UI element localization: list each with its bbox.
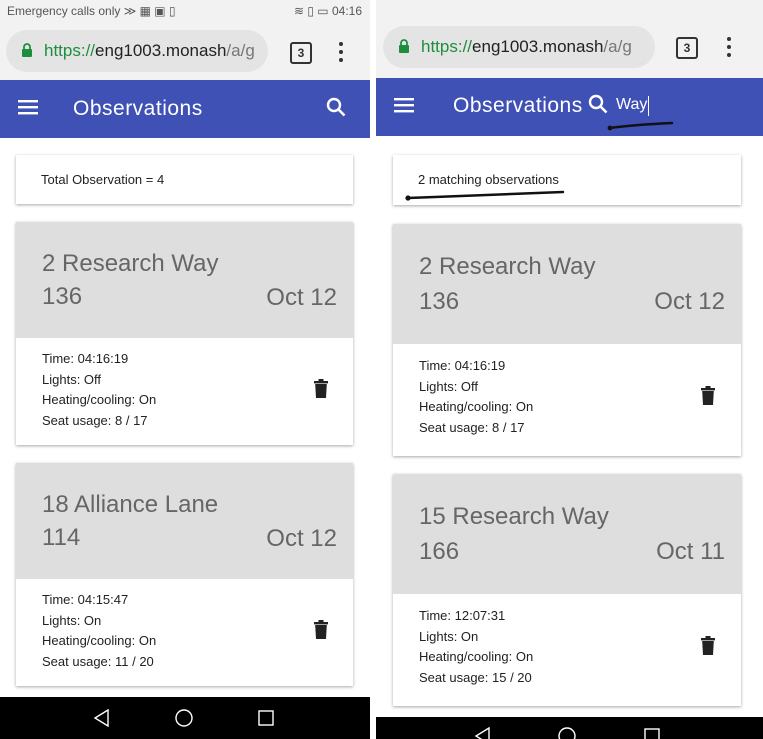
- observation-details: Time: 04:15:47 Lights: On Heating/coolin…: [42, 590, 156, 672]
- observation-lights: Lights: On: [42, 612, 102, 628]
- observation-card-header: 2 Research Way 136 Oct 12: [393, 224, 741, 344]
- right-phone-screen: https://eng1003.monash/a/g 3 Observation…: [376, 0, 763, 739]
- url-path: /a/g: [226, 41, 255, 60]
- more-vert-icon[interactable]: [331, 40, 351, 64]
- observation-card-body: Time: 04:16:19 Lights: Off Heating/cooli…: [393, 344, 741, 456]
- url-bar[interactable]: https://eng1003.monash/a/g: [383, 26, 655, 68]
- observation-date: Oct 12: [266, 284, 337, 311]
- observation-address: 18 Alliance Lane: [42, 491, 219, 518]
- lock-icon: [22, 43, 32, 57]
- home-icon[interactable]: [174, 708, 194, 728]
- url-host: eng1003.monash: [472, 37, 604, 56]
- delete-icon[interactable]: [314, 620, 328, 639]
- tab-switcher-button[interactable]: 3: [676, 37, 698, 59]
- annotation-underline-summary: [405, 190, 565, 201]
- observation-seat-usage: Seat usage: 8 / 17: [419, 419, 525, 435]
- more-vert-icon[interactable]: [719, 35, 739, 59]
- observation-heating: Heating/cooling: On: [419, 649, 534, 664]
- page-title: Observations: [73, 97, 203, 120]
- observation-date: Oct 12: [654, 288, 725, 315]
- left-phone-screen: Emergency calls only ≫ ▦ ▣ ▯ ≋ ▯ ▭ 04:16…: [0, 0, 370, 739]
- back-icon[interactable]: [93, 709, 111, 727]
- observation-room: 114: [42, 524, 81, 551]
- search-icon[interactable]: [326, 97, 346, 117]
- observation-lights: Lights: Off: [42, 371, 102, 387]
- search-input[interactable]: Way: [616, 96, 647, 114]
- observation-date: Oct 11: [656, 538, 725, 565]
- lock-icon: [399, 39, 409, 53]
- delete-icon[interactable]: [701, 386, 715, 405]
- delete-icon[interactable]: [314, 379, 328, 398]
- observation-lights: Lights: Off: [419, 378, 479, 394]
- matching-count-text: 2 matching observations: [418, 172, 559, 187]
- observation-details: Time: 12:07:31 Lights: On Heating/coolin…: [419, 606, 533, 688]
- observation-time: Time: 04:16:19: [42, 351, 129, 366]
- app-bar: Observations Way: [376, 78, 763, 136]
- observation-heating: Heating/cooling: On: [42, 633, 157, 648]
- url-text: https://eng1003.monash/a/g: [44, 41, 255, 61]
- browser-toolbar: https://eng1003.monash/a/g 3: [376, 0, 763, 78]
- url-text: https://eng1003.monash/a/g: [421, 37, 632, 57]
- observation-card-header: 18 Alliance Lane 114 Oct 12: [16, 463, 353, 579]
- observation-card-body: Time: 04:15:47 Lights: On Heating/coolin…: [16, 579, 353, 686]
- url-bar[interactable]: https://eng1003.monash/a/g: [6, 30, 268, 72]
- url-scheme: https://: [421, 37, 473, 56]
- observation-address: 15 Research Way: [419, 503, 609, 530]
- observation-count-text: Total Observation = 4: [41, 172, 165, 187]
- tab-switcher-button[interactable]: 3: [290, 42, 312, 64]
- observation-card-body: Time: 04:16:19 Lights: Off Heating/cooli…: [16, 338, 353, 445]
- observation-heating: Heating/cooling: On: [42, 392, 157, 407]
- observation-details: Time: 04:16:19 Lights: Off Heating/cooli…: [419, 356, 533, 438]
- recents-icon[interactable]: [644, 728, 660, 739]
- delete-icon[interactable]: [701, 636, 715, 655]
- observation-room: 166: [419, 538, 460, 565]
- observation-card: 15 Research Way 166 Oct 11 Time: 12:07:3…: [393, 474, 741, 706]
- observation-card-body: Time: 12:07:31 Lights: On Heating/coolin…: [393, 594, 741, 706]
- observation-room: 136: [419, 288, 460, 315]
- observation-time: Time: 04:16:19: [419, 358, 506, 373]
- back-icon[interactable]: [474, 727, 492, 739]
- system-nav-bar: [376, 717, 763, 739]
- observation-address: 2 Research Way: [42, 250, 219, 277]
- search-icon[interactable]: [588, 94, 608, 114]
- annotation-underline-search: [607, 121, 674, 131]
- observation-count-card: Total Observation = 4: [16, 155, 353, 204]
- observation-seat-usage: Seat usage: 15 / 20: [419, 669, 532, 685]
- system-nav-bar: [0, 697, 370, 739]
- recents-icon[interactable]: [258, 710, 274, 726]
- url-host: eng1003.monash: [95, 41, 227, 60]
- text-cursor: [648, 96, 649, 116]
- page-title: Observations: [453, 94, 583, 117]
- app-bar: Observations: [0, 80, 370, 138]
- menu-icon[interactable]: [18, 99, 38, 115]
- observation-card-header: 15 Research Way 166 Oct 11: [393, 474, 741, 594]
- observation-room: 136: [42, 283, 83, 310]
- url-scheme: https://: [44, 41, 96, 60]
- home-icon[interactable]: [557, 726, 577, 739]
- observation-card: 18 Alliance Lane 114 Oct 12 Time: 04:15:…: [16, 463, 353, 686]
- observation-details: Time: 04:16:19 Lights: Off Heating/cooli…: [42, 349, 156, 431]
- status-bar-left-text: Emergency calls only ≫ ▦ ▣ ▯: [7, 4, 176, 18]
- observation-time: Time: 12:07:31: [419, 608, 506, 623]
- observation-seat-usage: Seat usage: 8 / 17: [42, 412, 148, 428]
- observation-address: 2 Research Way: [419, 253, 596, 280]
- url-path: /a/g: [603, 37, 632, 56]
- observation-card: 2 Research Way 136 Oct 12 Time: 04:16:19…: [393, 224, 741, 456]
- browser-toolbar: https://eng1003.monash/a/g 3: [0, 22, 370, 80]
- status-bar-right-text: ≋ ▯ ▭ 04:16: [293, 4, 362, 18]
- observation-lights: Lights: On: [419, 628, 479, 644]
- observation-card-header: 2 Research Way 136 Oct 12: [16, 222, 353, 338]
- observation-seat-usage: Seat usage: 11 / 20: [42, 653, 154, 669]
- observation-date: Oct 12: [266, 525, 337, 552]
- menu-icon[interactable]: [394, 97, 414, 113]
- observation-card: 2 Research Way 136 Oct 12 Time: 04:16:19…: [16, 222, 353, 445]
- status-bar: Emergency calls only ≫ ▦ ▣ ▯ ≋ ▯ ▭ 04:16: [0, 0, 370, 22]
- observation-time: Time: 04:15:47: [42, 592, 129, 607]
- observation-heating: Heating/cooling: On: [419, 399, 534, 414]
